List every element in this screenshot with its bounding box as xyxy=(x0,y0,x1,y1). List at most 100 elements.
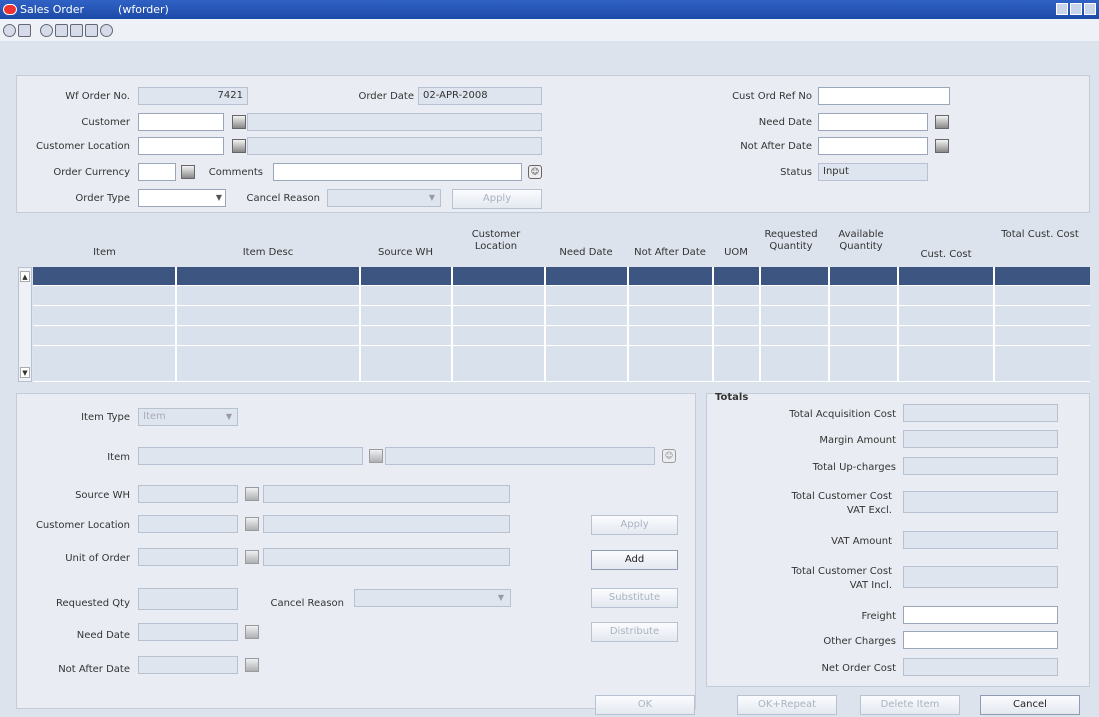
clock-icon[interactable] xyxy=(40,23,53,37)
customer-field[interactable] xyxy=(138,113,224,131)
order-no-label: Wf Order No. xyxy=(65,91,130,102)
window-title: Sales Order xyxy=(20,3,85,16)
col-header-source-wh: Source WH xyxy=(378,247,433,258)
detail-customer-location-desc-field xyxy=(263,515,510,533)
unit-of-order-field xyxy=(138,548,238,566)
detail-need-date-calendar-icon xyxy=(245,625,259,639)
detail-need-date-label: Need Date xyxy=(76,630,130,641)
col-header-total-cust-cost: Total Cust. Cost xyxy=(1001,229,1079,240)
customer-location-lov-icon[interactable] xyxy=(232,139,246,153)
detail-not-after-date-label: Not After Date xyxy=(58,664,130,675)
acq-cost-field xyxy=(903,404,1058,422)
substitute-button[interactable]: Substitute xyxy=(591,588,678,608)
col-header-available-quantity: Available Quantity xyxy=(838,229,884,252)
unit-of-order-label: Unit of Order xyxy=(65,553,130,564)
cancel-button[interactable]: Cancel xyxy=(980,695,1080,715)
not-after-date-calendar-icon[interactable] xyxy=(935,139,949,153)
maximize-icon[interactable] xyxy=(1070,3,1082,15)
cust-cost-excl-label-1: Total Customer Cost xyxy=(791,491,892,502)
upcharges-label: Total Up-charges xyxy=(812,462,896,473)
detail-cancel-reason-chevron-down-icon: ▼ xyxy=(497,593,505,602)
other-charges-field[interactable] xyxy=(903,631,1058,649)
acq-cost-label: Total Acquisition Cost xyxy=(789,409,896,420)
title-bar: Sales Order (wforder) xyxy=(0,0,1099,19)
order-date-field: 02-APR-2008 xyxy=(418,87,542,105)
item-type-label: Item Type xyxy=(81,412,130,423)
need-date-calendar-icon[interactable] xyxy=(935,115,949,129)
margin-field xyxy=(903,430,1058,448)
customer-label: Customer xyxy=(81,117,130,128)
help-icon[interactable] xyxy=(100,23,113,37)
totals-title: Totals xyxy=(715,392,749,403)
grid-scrollbar[interactable]: ▲ ▼ xyxy=(18,267,32,382)
order-lines-table xyxy=(33,267,1090,384)
order-date-label: Order Date xyxy=(358,91,415,102)
col-header-item: Item xyxy=(93,247,116,258)
globe-icon[interactable] xyxy=(3,23,16,37)
col-header-requested-quantity: Requested Quantity xyxy=(764,229,818,252)
vat-amount-field xyxy=(903,531,1058,549)
comments-field[interactable] xyxy=(273,163,522,181)
customer-lov-icon[interactable] xyxy=(232,115,246,129)
cust-cost-incl-label-1: Total Customer Cost xyxy=(791,566,892,577)
cust-cost-incl-label-2: VAT Incl. xyxy=(849,580,892,591)
item-label: Item xyxy=(107,452,130,463)
cust-cost-excl-label-2: VAT Excl. xyxy=(846,505,892,516)
header-cancel-reason-select xyxy=(327,189,441,207)
minimize-icon[interactable] xyxy=(1056,3,1068,15)
freight-field[interactable] xyxy=(903,606,1058,624)
cust-cost-excl-field xyxy=(903,491,1058,513)
grid-icon[interactable] xyxy=(85,23,98,37)
header-apply-button[interactable]: Apply xyxy=(452,189,542,209)
scroll-down-icon[interactable]: ▼ xyxy=(20,367,30,378)
unit-of-order-desc-field xyxy=(263,548,510,566)
comments-editor-icon[interactable]: ☺ xyxy=(528,165,542,179)
header-cancel-reason-chevron-down-icon: ▼ xyxy=(428,193,436,202)
comments-label: Comments xyxy=(208,167,263,178)
item-field xyxy=(138,447,363,465)
need-date-field[interactable] xyxy=(818,113,928,131)
col-header-item-desc: Item Desc xyxy=(242,247,294,258)
other-charges-label: Other Charges xyxy=(823,636,896,647)
cancel-reason-label: Cancel Reason xyxy=(246,193,320,204)
customer-location-field[interactable] xyxy=(138,137,224,155)
order-currency-lov-icon[interactable] xyxy=(181,165,195,179)
item-type-chevron-down-icon: ▼ xyxy=(225,412,233,421)
text-icon[interactable] xyxy=(55,23,68,37)
net-order-cost-label: Net Order Cost xyxy=(821,663,896,674)
detail-customer-location-lov-icon xyxy=(245,517,259,531)
delete-item-button[interactable]: Delete Item xyxy=(860,695,960,715)
window-subtitle: (wforder) xyxy=(118,3,169,16)
app-logo-icon xyxy=(3,4,17,15)
order-currency-label: Order Currency xyxy=(53,167,130,178)
col-header-cust-cost: Cust. Cost xyxy=(920,249,972,260)
not-after-date-field[interactable] xyxy=(818,137,928,155)
customer-location-desc-field xyxy=(247,137,542,155)
order-no-field: 7421 xyxy=(138,87,248,105)
save-icon[interactable] xyxy=(18,23,31,37)
ok-repeat-button[interactable]: OK+Repeat xyxy=(737,695,837,715)
add-button[interactable]: Add xyxy=(591,550,678,570)
status-field: Input xyxy=(818,163,928,181)
status-label: Status xyxy=(780,167,812,178)
net-order-cost-field xyxy=(903,658,1058,676)
detail-not-after-date-calendar-icon xyxy=(245,658,259,672)
scroll-up-icon[interactable]: ▲ xyxy=(20,271,30,282)
detail-apply-button[interactable]: Apply xyxy=(591,515,678,535)
source-wh-lov-icon xyxy=(245,487,259,501)
calendar-icon[interactable] xyxy=(70,23,83,37)
order-type-chevron-down-icon[interactable]: ▼ xyxy=(212,190,226,206)
close-icon[interactable] xyxy=(1084,3,1096,15)
col-header-not-after-date: Not After Date xyxy=(634,247,706,258)
item-type-value: Item xyxy=(143,411,166,422)
order-currency-field[interactable] xyxy=(138,163,176,181)
cust-ord-ref-field[interactable] xyxy=(818,87,950,105)
ok-button[interactable]: OK xyxy=(595,695,695,715)
col-header-need-date: Need Date xyxy=(559,247,613,258)
unit-of-order-lov-icon xyxy=(245,550,259,564)
col-header-uom: UOM xyxy=(724,247,748,258)
upcharges-field xyxy=(903,457,1058,475)
freight-label: Freight xyxy=(861,611,896,622)
distribute-button[interactable]: Distribute xyxy=(591,622,678,642)
source-wh-field xyxy=(138,485,238,503)
